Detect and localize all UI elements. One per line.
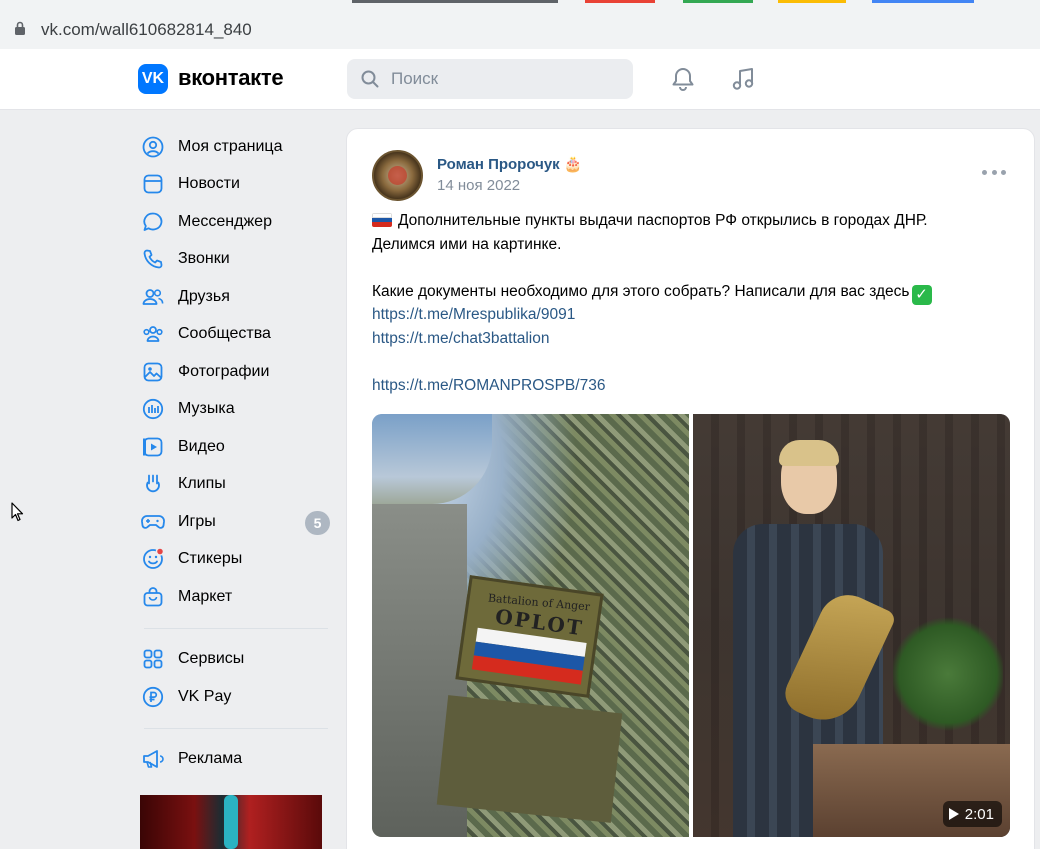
sidebar-item-label: Звонки: [178, 250, 230, 268]
video-duration-badge[interactable]: 2:01: [942, 801, 1002, 827]
sidebar-item-label: Музыка: [178, 400, 235, 418]
post-date[interactable]: 14 ноя 2022: [437, 177, 520, 194]
vk-logo-text[interactable]: вконтакте: [178, 65, 284, 91]
sidebar-item-label: Игры: [178, 512, 216, 530]
sticker-icon: [141, 547, 165, 571]
address-field[interactable]: vk.com/wall610682814_840: [0, 8, 1040, 44]
sidebar-item-label: Реклама: [178, 750, 243, 768]
sidebar-promo-image[interactable]: [140, 795, 322, 849]
check-mark-icon: ✓: [911, 284, 932, 305]
sidebar-item-photos[interactable]: Фотографии: [138, 353, 338, 391]
post-link[interactable]: https://t.me/ROMANPROSPB/736: [372, 377, 605, 394]
sidebar-item-label: Новости: [178, 175, 240, 193]
post-photo-patch[interactable]: Battalion of Anger OPLOT: [372, 414, 689, 837]
games-count-badge: 5: [305, 511, 330, 535]
games-icon: [141, 510, 165, 534]
post-video-saxophone[interactable]: 2:01: [693, 414, 1010, 837]
vkpay-icon: [141, 685, 165, 709]
sidebar-item-label: Видео: [178, 437, 225, 455]
sidebar-item-communities[interactable]: Сообщества: [138, 316, 338, 354]
more-options-icon[interactable]: [982, 167, 1006, 177]
user-circle-icon: [141, 135, 165, 159]
play-icon: [948, 808, 959, 820]
friends-icon: [141, 285, 165, 309]
sidebar-item-label: Сообщества: [178, 325, 271, 343]
russia-flag-icon: [372, 213, 392, 227]
video-plant: [893, 614, 1003, 734]
sidebar-item-label: Сервисы: [178, 650, 245, 668]
clips-icon: [141, 472, 165, 496]
sidebar-item-label: Фотографии: [178, 362, 270, 380]
wall-post: Роман Пророчук 🎂 14 ноя 2022 Дополнительн…: [346, 128, 1035, 849]
sidebar-item-ads[interactable]: Реклама: [138, 741, 338, 779]
browser-address-bar: vk.com/wall610682814_840: [0, 3, 1040, 49]
mouse-cursor-icon: [11, 502, 24, 522]
video-icon: [141, 435, 165, 459]
sidebar-item-label: Стикеры: [178, 550, 243, 568]
sidebar-item-news[interactable]: Новости: [138, 166, 338, 204]
sidebar-item-games[interactable]: Игры 5: [138, 503, 338, 541]
person-hair: [779, 440, 839, 466]
market-icon: [141, 585, 165, 609]
photo-icon: [141, 360, 165, 384]
search-box[interactable]: [347, 59, 633, 99]
post-text-line: Какие документы необходимо для этого соб…: [372, 282, 910, 300]
sidebar-item-clips[interactable]: Клипы: [138, 466, 338, 504]
search-icon: [361, 70, 379, 88]
services-icon: [141, 647, 165, 671]
sidebar-item-label: Мессенджер: [178, 212, 272, 230]
cake-icon: 🎂: [563, 156, 583, 173]
photo-velcro-panel: [436, 695, 623, 823]
author-name[interactable]: Роман Пророчук 🎂: [437, 155, 582, 173]
lock-icon[interactable]: [14, 21, 26, 35]
sidebar-item-friends[interactable]: Друзья: [138, 278, 338, 316]
post-text-line: Делимся ими на картинке.: [372, 235, 562, 253]
battalion-patch: Battalion of Anger OPLOT: [455, 575, 604, 698]
sidebar-divider: [144, 727, 328, 729]
sidebar-item-messenger[interactable]: Мессенджер: [138, 203, 338, 241]
sidebar-item-label: VK Pay: [178, 687, 232, 705]
sidebar-item-calls[interactable]: Звонки: [138, 241, 338, 279]
sidebar-item-label: Клипы: [178, 475, 226, 493]
author-avatar[interactable]: [372, 150, 423, 201]
sidebar-divider: [144, 627, 328, 629]
post-link[interactable]: https://t.me/Mrespublika/9091: [372, 306, 575, 323]
sidebar-item-market[interactable]: Маркет: [138, 578, 338, 616]
news-icon: [141, 172, 165, 196]
search-input[interactable]: [391, 59, 621, 99]
sidebar-item-video[interactable]: Видео: [138, 428, 338, 466]
vk-logo-icon[interactable]: VK: [138, 64, 168, 94]
sidebar-item-vkpay[interactable]: VK Pay: [138, 678, 338, 716]
message-icon: [141, 210, 165, 234]
ads-icon: [141, 747, 165, 771]
post-text: Дополнительные пункты выдачи паспортов Р…: [372, 209, 1012, 397]
url-text[interactable]: vk.com/wall610682814_840: [41, 20, 252, 40]
music-icon[interactable]: [729, 65, 757, 93]
sidebar-item-music[interactable]: Музыка: [138, 391, 338, 429]
sidebar-item-label: Моя страница: [178, 137, 283, 155]
vk-header: VK вконтакте: [0, 49, 1040, 110]
video-duration: 2:01: [964, 805, 994, 823]
post-text-line: Дополнительные пункты выдачи паспортов Р…: [398, 212, 928, 229]
post-link[interactable]: https://t.me/chat3battalion: [372, 330, 550, 347]
communities-icon: [141, 322, 165, 346]
sidebar-item-label: Маркет: [178, 587, 233, 605]
bell-icon[interactable]: [669, 65, 697, 93]
left-sidebar: Моя страница Новости Мессенджер Звонки Д…: [138, 128, 338, 778]
photo-sky: [372, 414, 492, 504]
sidebar-item-label: Друзья: [178, 287, 230, 305]
author-name-text[interactable]: Роман Пророчук: [437, 156, 560, 173]
phone-icon: [141, 247, 165, 271]
music-bars-icon: [141, 397, 165, 421]
sidebar-item-stickers[interactable]: Стикеры: [138, 541, 338, 579]
sidebar-item-my-page[interactable]: Моя страница: [138, 128, 338, 166]
sidebar-item-services[interactable]: Сервисы: [138, 641, 338, 679]
